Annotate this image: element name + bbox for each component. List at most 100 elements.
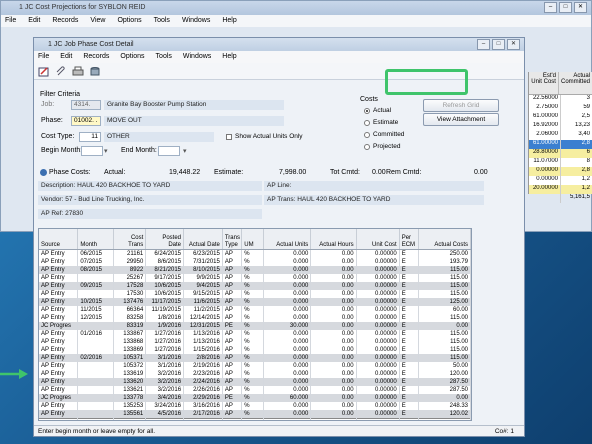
- view-attachment-button[interactable]: View Attachment: [423, 113, 499, 126]
- calendar-icon[interactable]: ▾: [104, 147, 108, 155]
- grid-row[interactable]: AP Entry 133620 3/2/2016 2/24/2016 AP% 0.000 0…: [39, 378, 471, 386]
- grid-column-header[interactable]: Unit Cost: [356, 229, 400, 250]
- grid-row[interactable]: AP Entry 133868 1/27/2016 1/13/2016 AP% 0.000…: [39, 338, 471, 346]
- cost-type-field[interactable]: 11: [79, 132, 101, 142]
- grid-row[interactable]: AP Entry 01/2016 133867 1/27/2016 1/13/2016 A…: [39, 330, 471, 338]
- description-field: Description: HAUL 420 BACKHOE TO YARD: [38, 181, 262, 191]
- grid-column-header[interactable]: Month: [77, 229, 114, 250]
- grid-column-header[interactable]: Cost Trans: [113, 229, 147, 250]
- grid-column-header[interactable]: Posted Date: [145, 229, 185, 250]
- print-icon[interactable]: [72, 66, 84, 77]
- grid-cell: 2/24/2016: [183, 378, 223, 386]
- grid-row[interactable]: AP Entry 105372 3/1/2016 2/19/2016 AP% 0.000 0…: [39, 362, 471, 370]
- grid-cell: E: [399, 402, 420, 410]
- grid-cell: 60.000: [263, 394, 312, 402]
- projection-row[interactable]: 20.00000 1,2: [529, 185, 592, 194]
- end-month-field[interactable]: [158, 146, 180, 156]
- grid-row[interactable]: AP Entry 07/2015 29950 8/6/2015 7/31/2015 AP%…: [39, 258, 471, 266]
- radio-dot[interactable]: [364, 143, 370, 150]
- menu-item[interactable]: Options: [117, 17, 141, 24]
- menu-item[interactable]: Windows: [183, 53, 211, 60]
- close-button[interactable]: ✕: [574, 2, 587, 13]
- grid-row[interactable]: AP Entry 12/2015 83258 1/8/2016 12/14/2015 AP…: [39, 314, 471, 322]
- menu-bar: File Edit Records Options Tools Windows Help: [34, 51, 524, 63]
- grid-column-header[interactable]: Per ECM: [399, 229, 420, 250]
- grid-row[interactable]: AP Entry 09/2015 17528 10/6/2015 9/4/2015 AP%…: [39, 282, 471, 290]
- projection-row[interactable]: 2.06000 3,40: [529, 131, 592, 140]
- grid-column-header[interactable]: Actual Date: [183, 229, 223, 250]
- grid-cell: 0.00000: [356, 274, 400, 282]
- grid-cell: 133619: [113, 370, 147, 378]
- radio-actual[interactable]: Actual: [364, 107, 391, 114]
- menu-item[interactable]: File: [38, 53, 49, 60]
- grid-row[interactable]: JC Progres 133778 3/4/2016 2/29/2016 PE% 60.0…: [39, 394, 471, 402]
- radio-dot[interactable]: [364, 119, 370, 126]
- phase-field[interactable]: 01002. .: [71, 116, 101, 126]
- menu-item[interactable]: Records: [52, 17, 78, 24]
- menu-item[interactable]: Tools: [156, 53, 172, 60]
- projection-row[interactable]: 28.80000 6: [529, 149, 592, 158]
- projection-row[interactable]: 5,161,5: [529, 194, 592, 203]
- grid-cell: 06/2015: [77, 249, 114, 258]
- menu-item[interactable]: Options: [120, 53, 144, 60]
- projection-row[interactable]: 11.07000 8: [529, 158, 592, 167]
- radio-committed[interactable]: Committed: [364, 131, 404, 138]
- ap-ref-field: AP Ref: 27830: [38, 209, 262, 219]
- grid-column-header[interactable]: Source: [39, 229, 79, 250]
- menu-item[interactable]: View: [90, 17, 105, 24]
- grid-row[interactable]: AP Entry 08/2015 8922 8/21/2015 8/10/2015 AP%…: [39, 266, 471, 274]
- minimize-button[interactable]: –: [544, 2, 557, 13]
- database-icon[interactable]: [89, 66, 101, 77]
- grid-row[interactable]: AP Entry 135253 3/24/2016 3/16/2016 AP% 0.000…: [39, 402, 471, 410]
- grid-row[interactable]: AP Entry 135561 4/5/2016 2/17/2016 AP% 0.000 0…: [39, 410, 471, 419]
- projection-row[interactable]: 61.00000 2,8: [529, 140, 592, 149]
- job-field[interactable]: 4314.: [71, 100, 101, 110]
- projection-row[interactable]: 0.00000 2,8: [529, 167, 592, 176]
- radio-dot[interactable]: [364, 131, 370, 138]
- grid-row[interactable]: AP Entry 133621 3/2/2016 2/26/2016 AP% 0.000 0…: [39, 386, 471, 394]
- projection-row[interactable]: 16.92000 13,23: [529, 122, 592, 131]
- projection-row[interactable]: 0.00000 1,2: [529, 176, 592, 185]
- attachment-icon[interactable]: [55, 65, 67, 77]
- refresh-grid-button[interactable]: Refresh Grid: [423, 99, 499, 112]
- projection-row[interactable]: 22.56000 3: [529, 95, 592, 104]
- grid-column-header[interactable]: Actual Costs: [418, 229, 471, 250]
- grid-cell: E: [399, 378, 420, 386]
- checkbox-box[interactable]: [226, 133, 232, 140]
- grid-row[interactable]: AP Entry 133619 3/2/2016 2/23/2016 AP% 0.000 0…: [39, 370, 471, 378]
- cost-detail-grid[interactable]: Source Month Cost Trans Posted Date Actual D…: [38, 228, 472, 421]
- menu-item[interactable]: Edit: [28, 17, 40, 24]
- grid-row[interactable]: JC Progres 83319 1/9/2016 12/31/2015 PE% 30.0…: [39, 322, 471, 330]
- begin-month-field[interactable]: [81, 146, 103, 156]
- minimize-button[interactable]: –: [477, 39, 490, 50]
- grid-row[interactable]: AP Entry 17530 10/6/2015 9/15/2015 AP% 0.000 0…: [39, 290, 471, 298]
- show-actual-units-checkbox[interactable]: Show Actual Units Only: [226, 133, 303, 140]
- radio-dot[interactable]: [364, 107, 370, 114]
- menu-item[interactable]: File: [5, 17, 16, 24]
- menu-item[interactable]: Edit: [60, 53, 72, 60]
- projection-row[interactable]: 2.75000 59: [529, 104, 592, 113]
- grid-column-header[interactable]: Actual Hours: [310, 229, 357, 250]
- maximize-button[interactable]: □: [492, 39, 505, 50]
- grid-row[interactable]: AP Entry 25267 9/17/2015 9/9/2015 AP% 0.000 0.…: [39, 274, 471, 282]
- edit-icon[interactable]: [38, 66, 50, 77]
- radio-estimate[interactable]: Estimate: [364, 119, 398, 126]
- menu-item[interactable]: Windows: [182, 17, 210, 24]
- grid-row[interactable]: AP Entry 10/2015 137476 11/17/2015 11/6/2015…: [39, 298, 471, 306]
- grid-column-header[interactable]: UM: [241, 229, 264, 250]
- grid-row[interactable]: AP Entry 133869 1/27/2016 1/15/2016 AP% 0.000…: [39, 346, 471, 354]
- projection-row[interactable]: 61.00000 2,5: [529, 113, 592, 122]
- radio-projected[interactable]: Projected: [364, 143, 400, 150]
- close-button[interactable]: ✕: [507, 39, 520, 50]
- menu-item[interactable]: Records: [83, 53, 109, 60]
- grid-row[interactable]: AP Entry 06/2015 21161 6/24/2015 6/23/2015 AP…: [39, 249, 471, 258]
- menu-item[interactable]: Help: [222, 53, 236, 60]
- grid-row[interactable]: AP Entry 11/2015 66364 11/19/2015 11/2/2015 A…: [39, 306, 471, 314]
- grid-column-header[interactable]: Actual Units: [263, 229, 312, 250]
- maximize-button[interactable]: □: [559, 2, 572, 13]
- grid-row[interactable]: AP Entry 02/2016 105371 3/1/2016 2/8/2016 AP%…: [39, 354, 471, 362]
- grid-column-header[interactable]: Trans Type: [222, 229, 243, 250]
- menu-item[interactable]: Tools: [154, 17, 170, 24]
- menu-item[interactable]: Help: [222, 17, 236, 24]
- calendar-icon[interactable]: ▾: [183, 147, 187, 155]
